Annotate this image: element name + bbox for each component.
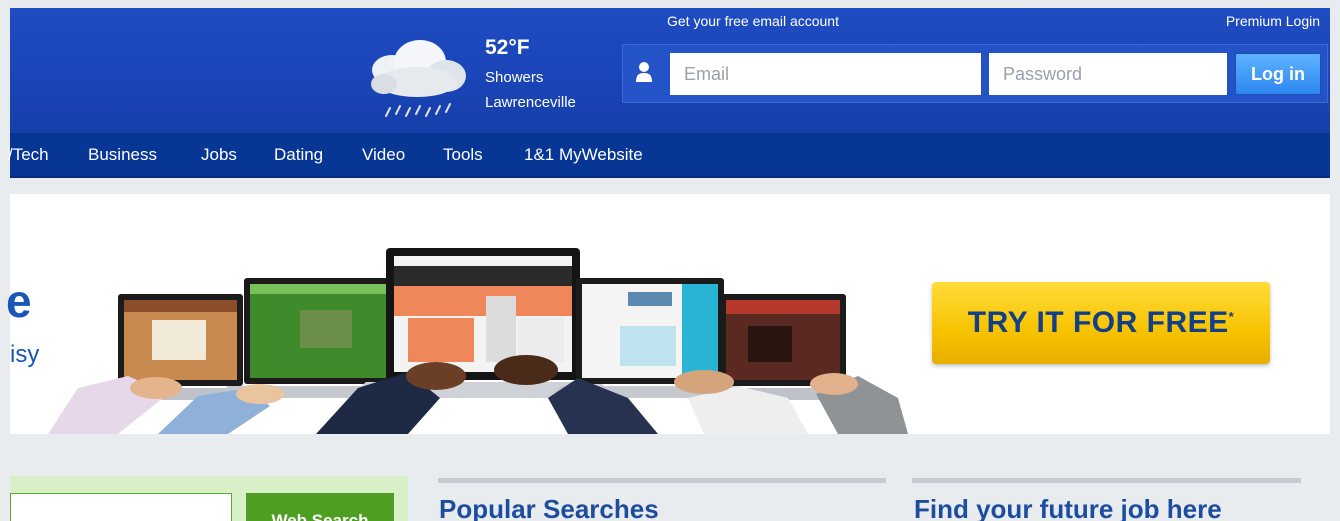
password-input[interactable] xyxy=(989,53,1227,95)
weather-location[interactable]: Lawrenceville xyxy=(485,94,576,111)
jobs-section-title: Find your future job here xyxy=(914,494,1222,521)
rain-cloud-icon xyxy=(362,36,474,120)
site-header: 52°F Showers Lawrenceville Get your free… xyxy=(10,8,1330,133)
main-nav: /Tech Business Jobs Dating Video Tools 1… xyxy=(8,133,1330,178)
user-icon xyxy=(635,61,653,83)
web-search-input[interactable] xyxy=(10,493,232,521)
try-free-asterisk: * xyxy=(1228,309,1235,324)
nav-item-mywebsite[interactable]: 1&1 MyWebsite xyxy=(524,145,643,165)
laptops-illustration xyxy=(48,248,918,434)
web-search-button[interactable]: Web Search xyxy=(246,493,394,521)
try-free-label: TRY IT FOR FREE xyxy=(967,306,1229,339)
banner-headline: e xyxy=(6,275,32,327)
nav-item-jobs[interactable]: Jobs xyxy=(201,145,237,165)
weather-temperature: 52°F xyxy=(485,36,530,59)
try-free-button[interactable]: TRY IT FOR FREE* xyxy=(932,282,1270,364)
premium-login-link[interactable]: Premium Login xyxy=(1226,13,1320,29)
promo-banner[interactable]: e isy TRY IT FOR FREE* xyxy=(6,194,1330,434)
nav-item-video[interactable]: Video xyxy=(362,145,405,165)
popular-divider xyxy=(438,478,886,483)
web-search-panel: Web Search xyxy=(10,476,408,521)
banner-subline: isy xyxy=(10,341,40,368)
login-button[interactable]: Log in xyxy=(1235,53,1321,95)
free-email-link[interactable]: Get your free email account xyxy=(667,13,839,29)
login-form: Log in xyxy=(622,44,1328,103)
weather-condition: Showers xyxy=(485,69,544,86)
jobs-divider xyxy=(912,478,1301,483)
nav-item-business[interactable]: Business xyxy=(88,145,157,165)
nav-item-tools[interactable]: Tools xyxy=(443,145,483,165)
nav-item-dating[interactable]: Dating xyxy=(274,145,323,165)
email-input[interactable] xyxy=(670,53,981,95)
nav-item-tech[interactable]: /Tech xyxy=(8,145,49,165)
popular-searches-title: Popular Searches xyxy=(439,494,659,521)
